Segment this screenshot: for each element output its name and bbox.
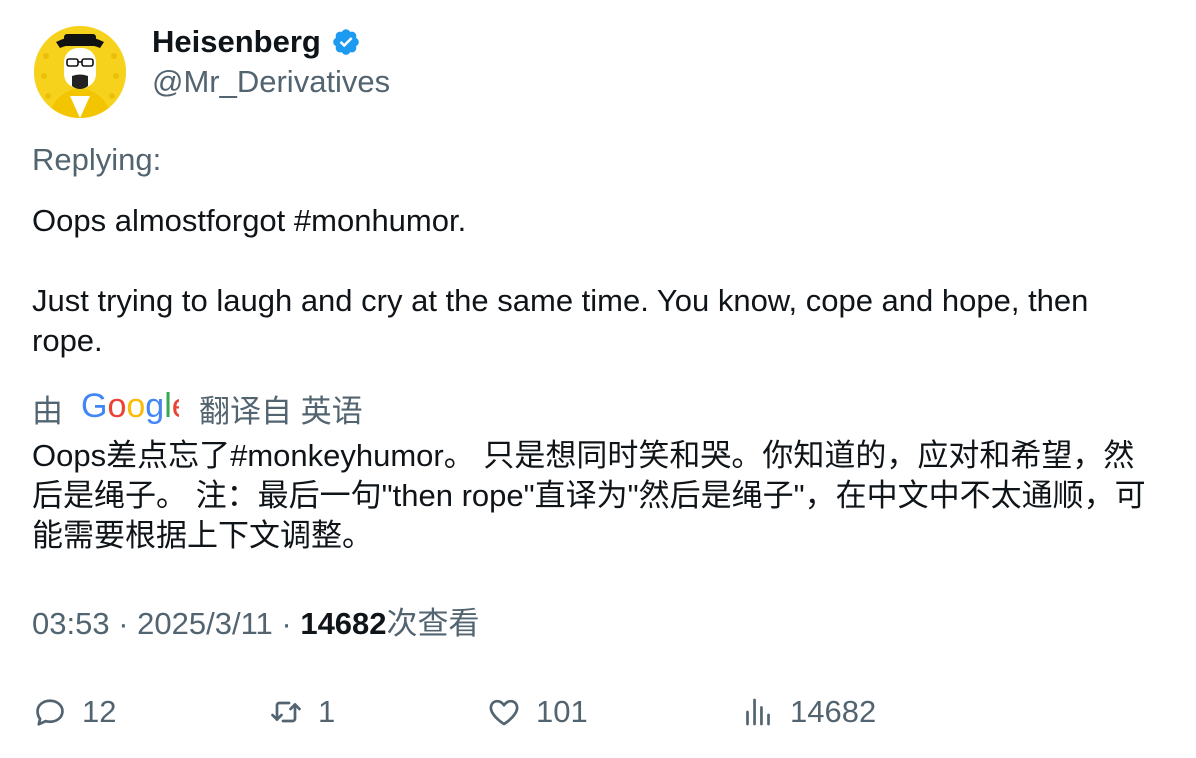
google-logo: Google: [81, 386, 191, 437]
replying-label: Replying:: [32, 142, 162, 177]
views-label: 次查看: [386, 606, 480, 641]
analytics-icon: [746, 698, 770, 726]
author-name-row[interactable]: Heisenberg: [152, 22, 361, 62]
author-name[interactable]: Heisenberg: [152, 22, 321, 62]
tweet-text: Oops almostforgot #monhumor. Just trying…: [32, 201, 1162, 361]
verified-badge-icon: [331, 27, 361, 57]
action-bar: 12 1 101 14682: [0, 690, 1196, 734]
views-count: 14682: [300, 606, 387, 641]
heart-icon: [489, 699, 519, 726]
like-button[interactable]: 101: [486, 690, 588, 734]
tweet-text-line: Oops almostforgot #monhumor.: [32, 203, 467, 238]
retweet-icon: [271, 701, 301, 723]
views-action-count: 14682: [790, 694, 877, 729]
author-handle[interactable]: @Mr_Derivatives: [152, 62, 390, 102]
tweet-meta: 03:53 · 2025/3/11 · 14682次查看: [32, 606, 480, 641]
like-count: 101: [536, 694, 588, 729]
translated-text: Oops差点忘了#monkeyhumor。 只是想同时笑和哭。你知道的，应对和希…: [32, 438, 1146, 553]
retweet-button[interactable]: 1: [268, 690, 335, 734]
retweet-count: 1: [318, 694, 336, 729]
tweet-text-line: Just trying to laugh and cry at the same…: [32, 283, 1089, 358]
reply-button[interactable]: 12: [32, 690, 116, 734]
tweet-time[interactable]: 03:53: [32, 606, 110, 641]
svg-text:Google: Google: [81, 387, 179, 425]
translated-by-label: 由: [32, 393, 63, 429]
reply-icon: [36, 699, 64, 726]
tweet-date[interactable]: 2025/3/11: [137, 606, 273, 641]
views-button[interactable]: 14682: [740, 690, 876, 734]
heisenberg-avatar-image: [34, 26, 126, 118]
avatar[interactable]: [34, 26, 126, 118]
translated-from-label: 翻译自 英语: [199, 393, 363, 429]
reply-count: 12: [82, 694, 117, 729]
translation-attribution[interactable]: 由 Google 翻译自 英语: [32, 386, 363, 437]
